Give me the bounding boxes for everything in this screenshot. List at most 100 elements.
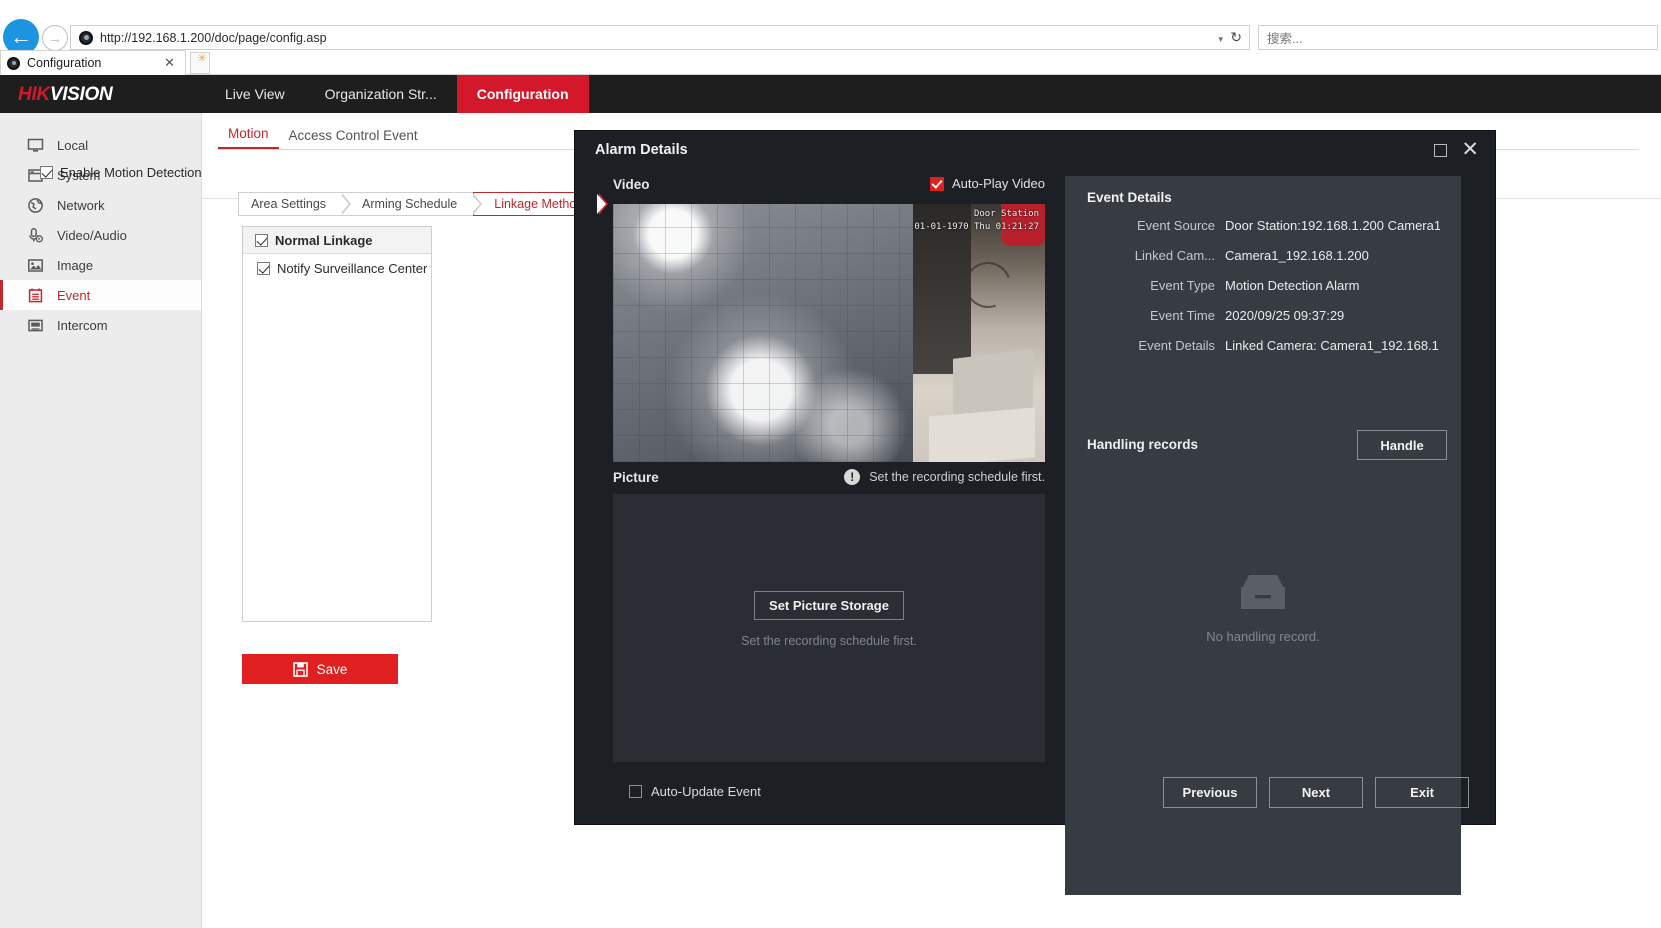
sidebar-item-event[interactable]: Event	[0, 280, 201, 310]
event-source-key: Event Source	[1136, 218, 1215, 233]
set-picture-storage-button[interactable]: Set Picture Storage	[754, 591, 904, 620]
video-section-label: Video	[613, 177, 650, 192]
event-detail-row: Event Type Motion Detection Alarm	[1065, 278, 1461, 293]
video-scene-grid	[613, 204, 913, 462]
reload-icon[interactable]: ↻	[1230, 29, 1242, 46]
sidebar: Local System Network Video/Audio Image E…	[0, 113, 202, 928]
address-bar[interactable]: http://192.168.1.200/doc/page/config.asp…	[70, 25, 1250, 50]
sidebar-item-label: Video/Audio	[57, 227, 127, 243]
auto-play-video-checkbox[interactable]: Auto-Play Video	[930, 176, 1045, 191]
tab-favicon-icon	[7, 56, 20, 70]
nav-tab-live-view[interactable]: Live View	[205, 75, 305, 113]
step-wizard: Area Settings Arming Schedule Linkage Me…	[238, 192, 609, 216]
normal-linkage-label: Normal Linkage	[275, 232, 373, 248]
picture-preview: Set Picture Storage Set the recording sc…	[613, 494, 1045, 762]
normal-linkage-checkbox[interactable]: Normal Linkage	[243, 227, 431, 254]
sidebar-item-image[interactable]: Image	[0, 250, 201, 280]
sidebar-item-label: Event	[57, 287, 91, 303]
auto-play-video-label: Auto-Play Video	[952, 176, 1045, 191]
exit-button[interactable]: Exit	[1375, 777, 1469, 808]
linked-camera-key: Linked Cam...	[1134, 248, 1215, 263]
sidebar-item-video-audio[interactable]: Video/Audio	[0, 220, 201, 250]
microphone-icon	[26, 226, 44, 244]
auto-update-event-checkbox[interactable]: Auto-Update Event	[629, 784, 761, 799]
tab-access-control-event[interactable]: Access Control Event	[279, 128, 428, 149]
forward-arrow-icon[interactable]: →	[42, 25, 68, 51]
event-detail-row: Event Time 2020/09/25 09:37:29	[1065, 308, 1461, 323]
hikvision-logo: HIKVISION	[18, 84, 113, 106]
linked-camera-value: Camera1_192.168.1.200	[1225, 248, 1369, 263]
app-header: HIKVISION Live View Organization Str... …	[0, 75, 1661, 113]
app-root: ← → http://192.168.1.200/doc/page/config…	[0, 0, 1661, 928]
address-bar-value: http://192.168.1.200/doc/page/config.asp	[100, 30, 327, 45]
dialog-title-bar: Alarm Details ✕	[575, 131, 1495, 173]
browser-tab-title: Configuration	[27, 56, 102, 70]
checkbox-box	[930, 176, 944, 191]
previous-button[interactable]: Previous	[1163, 777, 1257, 808]
step-arming-schedule[interactable]: Arming Schedule	[342, 193, 483, 215]
enable-motion-detection-checkbox[interactable]: Enable Motion Detection	[40, 165, 202, 180]
globe-icon	[26, 196, 44, 214]
handling-records-label: Handling records	[1087, 437, 1199, 452]
browser-tab-strip: Configuration ✕ ✳	[0, 50, 1661, 75]
sidebar-item-network[interactable]: Network	[0, 190, 201, 220]
checkbox-box	[257, 261, 270, 275]
chevron-down-icon[interactable]: ▾	[1218, 34, 1223, 45]
notify-surveillance-center-label: Notify Surveillance Center	[277, 260, 428, 276]
video-preview[interactable]: Door Station 01-01-1970 Thu 01:21:27	[613, 204, 1045, 462]
event-type-value: Motion Detection Alarm	[1225, 278, 1360, 293]
site-favicon-icon	[79, 30, 93, 45]
step-area-settings[interactable]: Area Settings	[239, 193, 352, 215]
picture-empty-message: Set the recording schedule first.	[741, 634, 917, 648]
calendar-icon	[26, 286, 44, 304]
handling-records-header: Handling records Handle	[1087, 430, 1447, 460]
event-time-key: Event Time	[1149, 308, 1215, 323]
video-section-header: Video Auto-Play Video	[613, 176, 1045, 204]
picture-icon	[26, 256, 44, 274]
nav-tab-organization[interactable]: Organization Str...	[305, 75, 457, 113]
empty-box-icon	[1233, 571, 1293, 615]
new-tab-button[interactable]: ✳	[190, 52, 210, 74]
dialog-title: Alarm Details	[595, 142, 688, 158]
notify-surveillance-center-checkbox[interactable]: Notify Surveillance Center	[243, 254, 431, 282]
warning-icon: !	[844, 469, 861, 485]
sidebar-item-local[interactable]: Local	[0, 130, 201, 160]
video-column: Video Auto-Play Video Door Station 01-01…	[613, 176, 1045, 762]
logo-text-hik: HIK	[18, 84, 50, 105]
handle-button[interactable]: Handle	[1357, 430, 1447, 460]
checkbox-box	[255, 233, 268, 247]
browser-search-input[interactable]: 搜索...	[1258, 25, 1658, 50]
picture-warning-text: Set the recording schedule first.	[869, 470, 1045, 484]
sidebar-item-label: Network	[57, 197, 105, 213]
event-type-key: Event Type	[1150, 278, 1215, 293]
sidebar-item-label: Intercom	[57, 317, 108, 333]
event-detail-row: Linked Cam... Camera1_192.168.1.200	[1065, 248, 1461, 263]
video-osd-title: Door Station	[973, 209, 1039, 219]
sidebar-item-label: Local	[57, 137, 89, 153]
video-osd-timestamp: 01-01-1970 Thu 01:21:27	[914, 222, 1039, 232]
event-source-value: Door Station:192.168.1.200 Camera1_192.1…	[1225, 218, 1440, 233]
browser-toolbar: ← → http://192.168.1.200/doc/page/config…	[0, 0, 1661, 55]
new-tab-icon: ✳	[196, 51, 207, 65]
nav-tab-configuration[interactable]: Configuration	[456, 75, 589, 113]
sidebar-item-label: Image	[57, 257, 94, 273]
video-scene-panel-2	[929, 407, 1035, 462]
alarm-details-dialog: Alarm Details ✕ Video Auto-Play Video Do…	[575, 131, 1495, 895]
checkbox-box	[40, 166, 53, 179]
tab-motion[interactable]: Motion	[218, 126, 279, 149]
browser-search-placeholder: 搜索...	[1267, 32, 1303, 46]
browser-tab-configuration[interactable]: Configuration ✕	[0, 50, 186, 75]
event-detail-row: Event Details Linked Camera: Camera1_192…	[1065, 338, 1461, 353]
sidebar-item-intercom[interactable]: Intercom	[0, 310, 201, 340]
next-button[interactable]: Next	[1269, 777, 1363, 808]
close-icon[interactable]: ✕	[1461, 137, 1479, 163]
close-icon[interactable]: ✕	[160, 55, 179, 71]
maximize-icon[interactable]	[1434, 144, 1447, 157]
logo-text-vision: VISION	[49, 84, 113, 105]
video-scene	[613, 204, 1045, 462]
handling-records-empty-message: No handling record.	[1206, 629, 1320, 644]
main-nav: Live View Organization Str... Configurat…	[205, 75, 589, 113]
event-details-value: Linked Camera: Camera1_192.168.1.200	[1225, 338, 1440, 353]
event-time-value: 2020/09/25 09:37:29	[1225, 308, 1345, 323]
save-button[interactable]: Save	[242, 654, 398, 684]
